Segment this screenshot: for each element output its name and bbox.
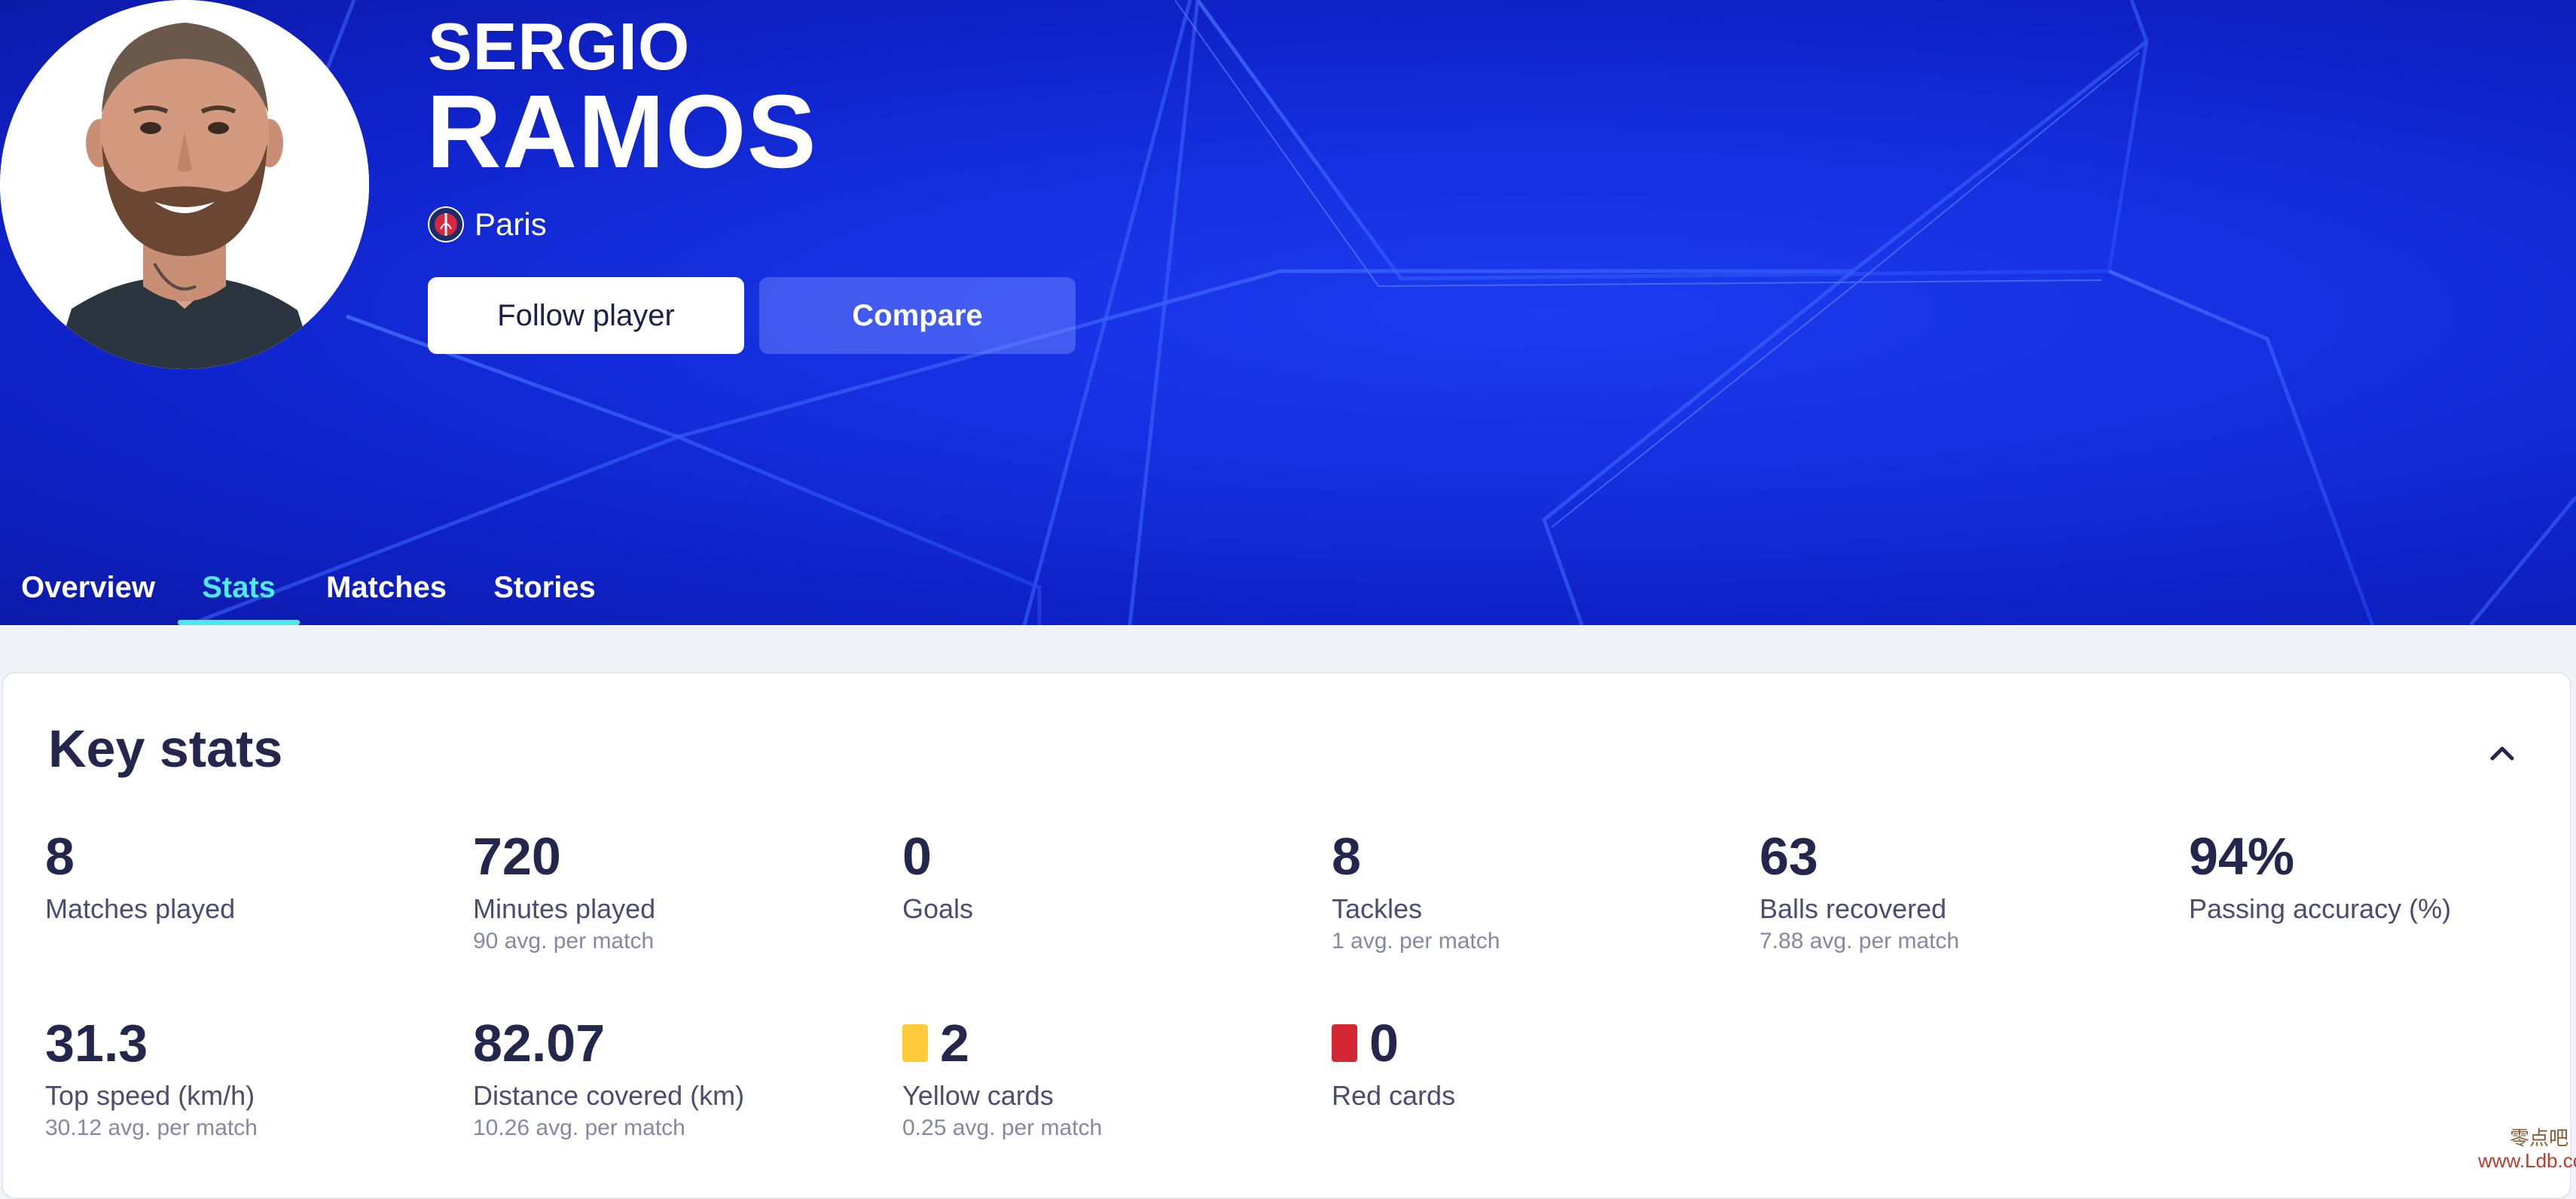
stat-label: Goals xyxy=(902,893,974,924)
site-watermark: 零点吧 www.Ldb.cc xyxy=(2478,1127,2576,1172)
stat-tackles: 8 Tackles 1 avg. per match xyxy=(1332,822,1738,956)
stat-value: 94% xyxy=(2189,827,2295,886)
stat-label: Minutes played xyxy=(473,893,656,924)
club-name: Paris xyxy=(475,206,547,242)
red-card-icon xyxy=(1332,1024,1357,1062)
player-tabs: Overview Stats Matches Stories xyxy=(0,550,753,625)
tab-overview[interactable]: Overview xyxy=(21,550,155,625)
background-star-pattern xyxy=(188,0,2576,625)
stat-label: Distance covered (km) xyxy=(473,1080,745,1111)
stat-value-row: 0 xyxy=(1332,1009,1738,1077)
stat-value: 2 xyxy=(940,1014,969,1072)
player-last-name: RAMOS xyxy=(426,74,817,190)
tab-stories[interactable]: Stories xyxy=(490,550,600,625)
chevron-up-icon xyxy=(2490,746,2514,761)
stat-distance-covered: 82.07 Distance covered (km) 10.26 avg. p… xyxy=(473,1009,880,1143)
stat-value: 8 xyxy=(45,827,75,886)
stat-average: 1 avg. per match xyxy=(1332,929,1500,953)
stat-red-cards: 0 Red cards xyxy=(1332,1009,1738,1113)
stat-label: Balls recovered xyxy=(1760,893,1947,924)
follow-player-button[interactable]: Follow player xyxy=(428,277,744,354)
stat-value: 0 xyxy=(1369,1014,1399,1072)
stat-average: 90 avg. per match xyxy=(473,929,655,953)
stat-yellow-cards: 2 Yellow cards 0.25 avg. per match xyxy=(902,1009,1309,1143)
stat-label: Passing accuracy (%) xyxy=(2189,893,2452,924)
player-avatar xyxy=(0,0,369,369)
tab-stats[interactable]: Stats xyxy=(178,550,300,625)
player-hero-banner: SERGIO RAMOS Paris Follow player Compare… xyxy=(0,0,2576,625)
stat-average: 7.88 avg. per match xyxy=(1760,929,1960,953)
stat-value: 0 xyxy=(902,827,932,886)
stat-value: 8 xyxy=(1332,827,1361,886)
stat-label: Yellow cards xyxy=(902,1080,1054,1111)
active-tab-indicator xyxy=(178,620,300,625)
stat-average: 0.25 avg. per match xyxy=(902,1115,1103,1140)
stat-balls-recovered: 63 Balls recovered 7.88 avg. per match xyxy=(1760,822,2166,956)
club-crest-icon xyxy=(428,206,464,243)
stat-label: Matches played xyxy=(45,893,236,924)
compare-button[interactable]: Compare xyxy=(759,277,1076,354)
stat-value: 63 xyxy=(1760,827,1818,886)
stat-label: Red cards xyxy=(1332,1080,1456,1111)
stat-minutes-played: 720 Minutes played 90 avg. per match xyxy=(473,822,880,956)
key-stats-title: Key stats xyxy=(48,719,283,778)
stat-average: 10.26 avg. per match xyxy=(473,1115,685,1140)
stat-label: Top speed (km/h) xyxy=(45,1080,255,1111)
stat-goals: 0 Goals xyxy=(902,822,1309,926)
stat-passing-accuracy: 94% Passing accuracy (%) xyxy=(2189,822,2576,926)
player-first-name: SERGIO xyxy=(428,9,691,84)
watermark-line-2: www.Ldb.cc xyxy=(2478,1149,2576,1172)
tab-matches[interactable]: Matches xyxy=(322,550,450,625)
yellow-card-icon xyxy=(902,1024,928,1062)
watermark-line-1: 零点吧 xyxy=(2509,1127,2568,1149)
collapse-button[interactable] xyxy=(2481,732,2523,774)
stat-label: Tackles xyxy=(1332,893,1423,924)
player-club[interactable]: Paris xyxy=(428,202,547,247)
stat-top-speed: 31.3 Top speed (km/h) 30.12 avg. per mat… xyxy=(45,1009,452,1143)
stat-value: 720 xyxy=(473,827,561,886)
stat-value: 31.3 xyxy=(45,1014,148,1072)
stat-average: 30.12 avg. per match xyxy=(45,1115,258,1140)
stat-matches-played: 8 Matches played xyxy=(45,822,452,926)
stat-value-row: 2 xyxy=(902,1009,1309,1077)
stat-value: 82.07 xyxy=(473,1014,606,1072)
